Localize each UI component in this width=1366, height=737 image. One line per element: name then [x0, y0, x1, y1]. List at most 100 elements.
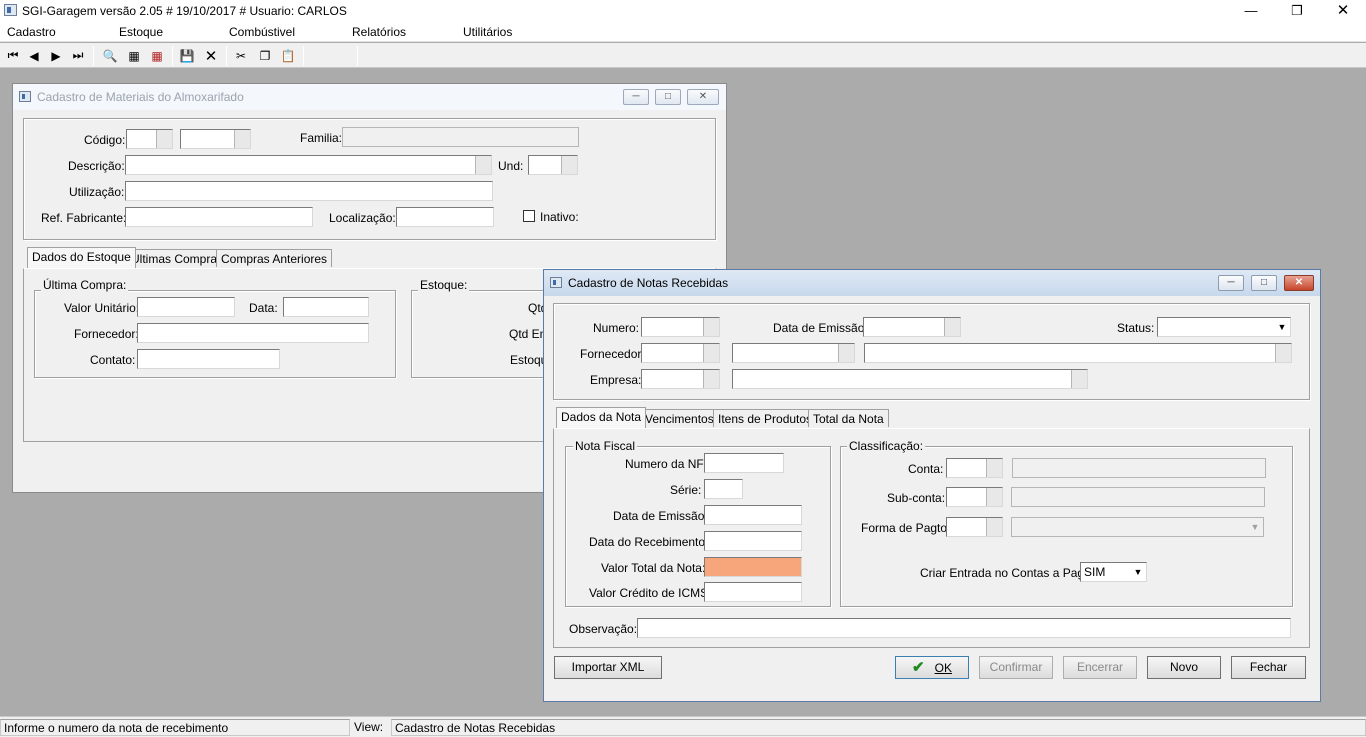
confirmar-button[interactable]: Confirmar [979, 656, 1053, 679]
minimize-icon[interactable]: ─ [1218, 275, 1244, 291]
menu-estoque[interactable]: Estoque [119, 25, 163, 39]
tab-vencimentos[interactable]: Vencimentos [640, 409, 719, 427]
chevron-down-icon[interactable]: ▼ [1130, 563, 1146, 581]
contato-input[interactable] [137, 349, 280, 369]
tab-ultimas-compras[interactable]: Ultimas Compras [126, 249, 229, 267]
forma-pagto-label: Forma de Pagto: [861, 521, 951, 535]
status-bar: Informe o numero da nota de recebimento … [0, 716, 1366, 737]
save-icon[interactable]: 💾 [178, 47, 196, 64]
notas-title: Cadastro de Notas Recebidas [568, 276, 729, 290]
close-icon[interactable]: ✕ [1320, 0, 1366, 22]
fechar-button[interactable]: Fechar [1231, 656, 1306, 679]
serie-input[interactable] [704, 479, 743, 499]
toolbar-separator [226, 46, 227, 66]
codigo-input[interactable] [126, 129, 173, 149]
chevron-down-icon[interactable]: ▼ [1274, 318, 1290, 336]
data-emissao-nf-label: Data de Emissão: [613, 509, 708, 523]
status-select[interactable]: ▼ [1157, 317, 1291, 337]
maximize-icon[interactable]: □ [1251, 275, 1277, 291]
forma-pagto-select: ▼ [1011, 517, 1264, 537]
valor-unitario-input[interactable] [137, 297, 235, 317]
utilizacao-label: Utilização: [69, 185, 125, 199]
grid-red-icon[interactable]: ▦ [148, 47, 166, 64]
menu-utilitarios[interactable]: Utilitários [463, 25, 512, 39]
data-emissao-nf-input[interactable] [704, 505, 802, 525]
inativo-checkbox[interactable] [523, 210, 535, 222]
tab-dados-nota[interactable]: Dados da Nota [556, 407, 647, 428]
estoque-label: Estoque: [418, 278, 470, 292]
minimize-icon[interactable]: ─ [623, 89, 649, 105]
data-label: Data: [249, 301, 278, 315]
last-icon[interactable]: ⏭ [69, 47, 87, 64]
data-input[interactable] [283, 297, 369, 317]
codigo2-input[interactable] [180, 129, 251, 149]
materiais-title: Cadastro de Materiais do Almoxarifado [37, 90, 244, 104]
data-emissao-input[interactable] [863, 317, 961, 337]
numero-input[interactable] [641, 317, 720, 337]
status-message: Informe o numero da nota de recebimento [0, 719, 350, 736]
next-icon[interactable]: ▶ [47, 47, 65, 64]
codigo-label: Código: [84, 133, 126, 147]
tab-dados-estoque[interactable]: Dados do Estoque [27, 247, 136, 268]
fornecedor-label: Fornecedor: [74, 327, 139, 341]
restore-icon[interactable]: ❐ [1274, 0, 1320, 22]
novo-button[interactable]: Novo [1147, 656, 1221, 679]
ultima-compra-label: Última Compra: [41, 278, 129, 292]
materiais-title-bar: Cadastro de Materiais do Almoxarifado ─ … [13, 84, 726, 110]
menu-relatorios[interactable]: Relatórios [352, 25, 406, 39]
utilizacao-input[interactable] [125, 181, 493, 201]
grid-icon[interactable]: ▦ [125, 47, 143, 64]
tab-compras-anteriores[interactable]: Compras Anteriores [216, 249, 333, 267]
classificacao-label: Classificação: [847, 439, 926, 453]
tab-total-nota[interactable]: Total da Nota [808, 409, 889, 427]
notas-window: Cadastro de Notas Recebidas ─ □ ✕ Numero… [543, 269, 1321, 702]
menu-combustivel[interactable]: Combústivel [229, 25, 295, 39]
fornecedor-input[interactable] [137, 323, 369, 343]
window-icon [19, 91, 31, 102]
paste-icon[interactable]: 📋 [279, 47, 297, 64]
valor-icms-label: Valor Crédito de ICMS: [589, 586, 712, 600]
conta-code-input[interactable] [946, 458, 1003, 478]
observacao-input[interactable] [637, 618, 1291, 638]
empresa-name-input[interactable] [732, 369, 1088, 389]
encerrar-button[interactable]: Encerrar [1063, 656, 1137, 679]
data-recebimento-input[interactable] [704, 531, 802, 551]
descricao-label: Descrição: [68, 159, 125, 173]
empresa-code-input[interactable] [641, 369, 720, 389]
first-icon[interactable]: ⏮ [4, 47, 22, 64]
numero-nf-input[interactable] [704, 453, 784, 473]
forma-pagto-code-input[interactable] [946, 517, 1003, 537]
close-icon[interactable]: ✕ [1284, 275, 1314, 291]
notas-title-bar: Cadastro de Notas Recebidas ─ □ ✕ [544, 270, 1320, 296]
search-icon[interactable]: 🔍 [101, 47, 119, 64]
menu-cadastro[interactable]: Cadastro [7, 25, 56, 39]
criar-entrada-label: Criar Entrada no Contas a Pagar [920, 566, 1095, 580]
fornecedor-name-input[interactable] [864, 343, 1292, 363]
numero-nf-label: Numero da NF: [625, 457, 708, 471]
fornecedor-doc-input[interactable] [732, 343, 855, 363]
ok-button[interactable]: ✔ OK [895, 656, 969, 679]
und-input[interactable] [528, 155, 578, 175]
fornecedor-code-input[interactable] [641, 343, 720, 363]
toolbar-separator [172, 46, 173, 66]
descricao-input[interactable] [125, 155, 492, 175]
localizacao-input[interactable] [396, 207, 494, 227]
toolbar-separator [93, 46, 94, 66]
cut-icon[interactable]: ✂ [232, 47, 250, 64]
criar-entrada-select[interactable]: SIM ▼ [1080, 562, 1147, 582]
minimize-icon[interactable]: — [1228, 0, 1274, 22]
valor-total-input[interactable] [704, 557, 802, 577]
copy-icon[interactable]: ❐ [256, 47, 274, 64]
prev-icon[interactable]: ◀ [25, 47, 43, 64]
close-icon[interactable]: ✕ [687, 89, 719, 105]
tab-itens-produtos[interactable]: Itens de Produtos [713, 409, 818, 427]
ref-fabricante-input[interactable] [125, 207, 313, 227]
app-title: SGI-Garagem versão 2.05 # 19/10/2017 # U… [22, 4, 347, 18]
valor-icms-input[interactable] [704, 582, 802, 602]
delete-icon[interactable]: ✕ [202, 47, 220, 65]
importar-xml-button[interactable]: Importar XML [554, 656, 662, 679]
ref-fabricante-label: Ref. Fabricante: [41, 211, 127, 225]
maximize-icon[interactable]: □ [655, 89, 681, 105]
subconta-desc-input [1011, 487, 1265, 507]
subconta-code-input[interactable] [946, 487, 1003, 507]
